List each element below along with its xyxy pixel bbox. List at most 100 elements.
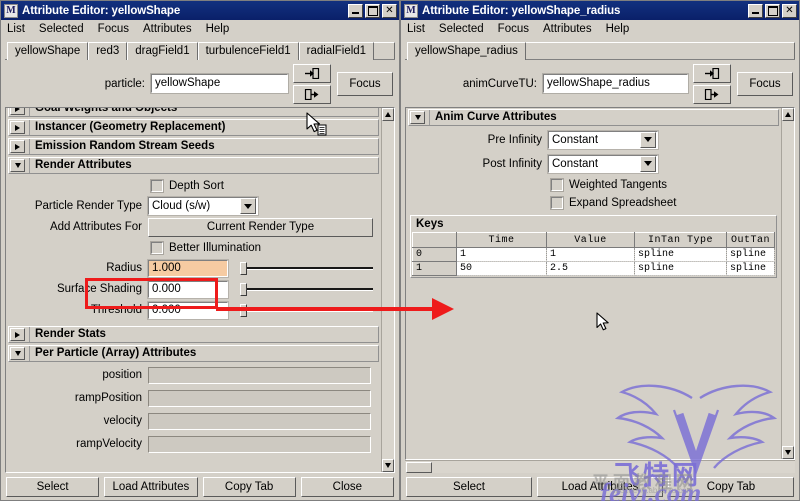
cell-index[interactable]: 0 [412,247,457,262]
menu-item-attributes[interactable]: Attributes [543,23,592,35]
tab-yellowshape[interactable]: yellowShape [7,42,89,60]
particle-render-type-select[interactable]: Cloud (s/w) [147,196,259,216]
previous-node-icon[interactable] [293,63,331,83]
cell-intan[interactable]: spline [634,247,727,262]
cell-time[interactable]: 50 [456,261,547,276]
col-index[interactable] [412,232,457,248]
tab-yellowshape-radius[interactable]: yellowShape_radius [407,42,526,60]
pre-infinity-select[interactable]: Constant [547,129,659,150]
slider-thumb[interactable] [240,261,247,275]
scroll-up-icon[interactable] [382,108,394,121]
keys-table[interactable]: Time Value InTan Type OutTan 0 1 1 splin… [412,232,775,276]
cell-index[interactable]: 1 [412,261,457,276]
cell-value[interactable]: 1 [546,247,635,262]
cell-outtan[interactable]: spline [726,261,775,276]
right-horizontal-scrollbar[interactable] [405,460,795,473]
close-icon[interactable]: ✕ [782,3,797,18]
chevron-right-icon[interactable] [10,121,25,134]
table-row[interactable]: 1 50 2.5 spline spline [412,261,775,276]
maximize-icon[interactable] [765,3,780,18]
focus-button[interactable]: Focus [337,71,393,96]
select-button[interactable]: Select [6,476,100,497]
col-value[interactable]: Value [546,232,635,248]
section-render-stats[interactable]: Render Stats [8,326,379,343]
chevron-right-icon[interactable] [10,108,25,115]
scroll-up-icon[interactable] [782,108,794,121]
minimize-icon[interactable] [348,3,363,18]
chevron-down-icon[interactable] [240,198,256,214]
weighted-tangents-checkbox[interactable] [550,177,564,192]
radius-slider[interactable] [238,260,373,277]
minimize-icon[interactable] [748,3,763,18]
maximize-icon[interactable] [365,3,380,18]
menu-item-focus[interactable]: Focus [98,23,129,35]
slider-thumb[interactable] [240,282,247,296]
cell-value[interactable]: 2.5 [546,261,635,276]
pp-ramp-velocity-input[interactable] [148,435,371,453]
pp-velocity-input[interactable] [148,412,371,430]
left-titlebar: M Attribute Editor: yellowShape ✕ [1,1,399,20]
menu-item-help[interactable]: Help [206,23,230,35]
menu-item-list[interactable]: List [7,23,25,35]
pp-ramp-position-input[interactable] [148,389,371,407]
chevron-down-icon[interactable] [10,159,25,172]
current-render-type-button[interactable]: Current Render Type [148,217,373,237]
menu-item-selected[interactable]: Selected [439,23,484,35]
surface-shading-slider[interactable] [238,281,373,298]
section-per-particle-attributes[interactable]: Per Particle (Array) Attributes [8,345,379,362]
chevron-down-icon[interactable] [640,155,656,172]
tab-red3[interactable]: red3 [88,42,128,60]
focus-button[interactable]: Focus [737,71,793,96]
radius-input[interactable]: 1.000 [147,258,229,278]
annotation-arrow-line [216,307,438,311]
section-goal-weights[interactable]: Goal Weights and Objects [8,108,379,117]
menu-item-list[interactable]: List [407,23,425,35]
pp-position-input[interactable] [148,366,371,384]
table-row[interactable]: 0 1 1 spline spline [412,247,775,262]
next-node-icon[interactable] [293,84,331,104]
tab-turbulencefield1[interactable]: turbulenceField1 [197,42,299,60]
node-name-input[interactable]: yellowShape [150,73,289,94]
node-name-input[interactable]: yellowShape_radius [542,73,689,94]
section-render-attributes[interactable]: Render Attributes [8,157,379,174]
copy-tab-button[interactable]: Copy Tab [668,476,794,497]
select-button[interactable]: Select [406,476,532,497]
chevron-right-icon[interactable] [10,328,25,341]
chevron-down-icon[interactable] [640,131,656,148]
tab-dragfield1[interactable]: dragField1 [127,42,198,60]
load-attributes-button[interactable]: Load Attributes [104,476,198,497]
hscroll-thumb[interactable] [406,461,432,473]
left-vertical-scrollbar[interactable] [381,108,394,472]
chevron-down-icon[interactable] [410,111,425,124]
menu-item-help[interactable]: Help [606,23,630,35]
expand-spreadsheet-checkbox[interactable] [550,195,564,210]
menu-item-attributes[interactable]: Attributes [143,23,192,35]
cell-intan[interactable]: spline [634,261,727,276]
close-button[interactable]: Close [300,476,394,497]
section-anim-curve-attributes[interactable]: Anim Curve Attributes [408,109,779,126]
surface-shading-input[interactable]: 0.000 [147,279,229,299]
col-intan[interactable]: InTan Type [634,232,727,248]
cell-time[interactable]: 1 [456,247,547,262]
col-outtan[interactable]: OutTan [726,232,775,248]
chevron-down-icon[interactable] [10,347,25,360]
depth-sort-checkbox[interactable] [150,178,164,193]
tab-radialfield1[interactable]: radialField1 [298,42,375,60]
cell-outtan[interactable]: spline [726,247,775,262]
next-node-icon[interactable] [693,84,731,104]
scroll-down-icon[interactable] [782,446,794,459]
menu-item-focus[interactable]: Focus [498,23,529,35]
section-emission-seeds[interactable]: Emission Random Stream Seeds [8,138,379,155]
copy-tab-button[interactable]: Copy Tab [202,476,296,497]
close-icon[interactable]: ✕ [382,3,397,18]
right-vertical-scrollbar[interactable] [781,108,794,459]
menu-item-selected[interactable]: Selected [39,23,84,35]
load-attributes-button[interactable]: Load Attributes [537,476,663,497]
better-illumination-checkbox[interactable] [150,240,164,255]
col-time[interactable]: Time [456,232,547,248]
scroll-down-icon[interactable] [382,459,394,472]
post-infinity-select[interactable]: Constant [547,153,659,174]
previous-node-icon[interactable] [693,63,731,83]
chevron-right-icon[interactable] [10,140,25,153]
section-instancer[interactable]: Instancer (Geometry Replacement) [8,119,379,136]
